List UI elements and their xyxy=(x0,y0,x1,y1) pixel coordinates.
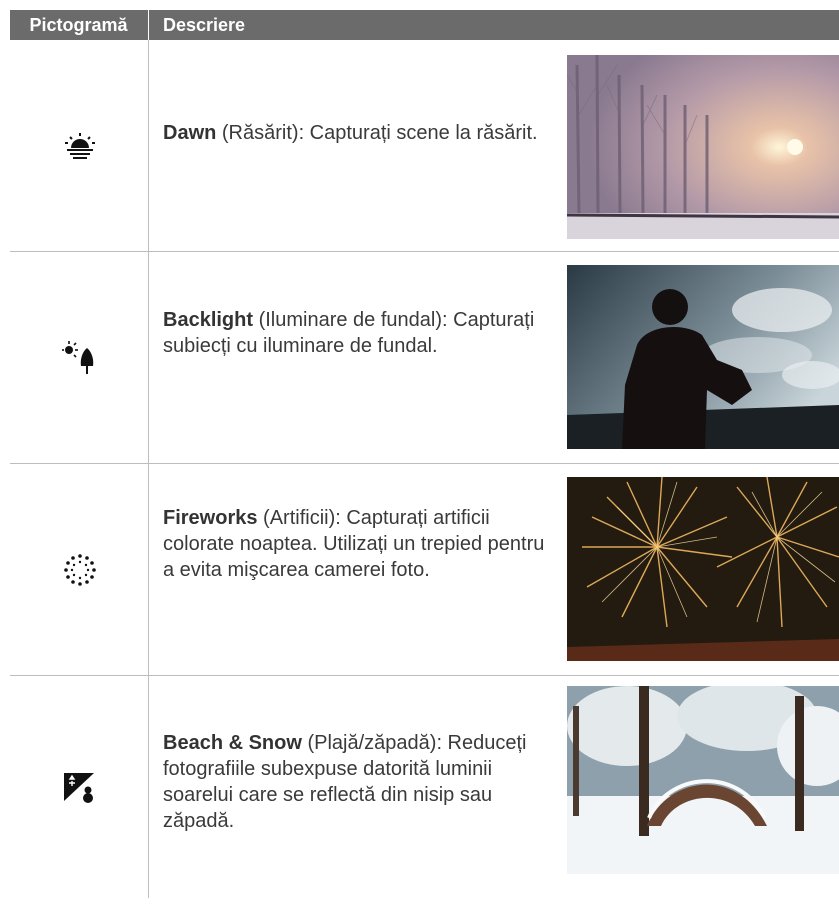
snowy-park-photo xyxy=(567,686,839,874)
row-title: Backlight xyxy=(163,309,254,331)
misty-sunrise-trees-photo xyxy=(567,55,839,239)
header-pictogram: Pictogramă xyxy=(29,15,128,35)
table-row: Fireworks (Artificii): Capturați artific… xyxy=(10,464,839,676)
row-description: Beach & Snow (Plajă/zăpadă): Reduceți fo… xyxy=(163,730,548,834)
row-description: Dawn (Răsărit): Capturați scene la răsăr… xyxy=(163,120,548,146)
table-row: Backlight (Iluminare de fundal): Captura… xyxy=(10,252,839,464)
fireworks-icon xyxy=(60,550,100,590)
row-description: Fireworks (Artificii): Capturați artific… xyxy=(163,505,548,583)
silhouette-photographer-photo xyxy=(567,265,839,449)
column-divider xyxy=(148,252,149,463)
row-description: Backlight (Iluminare de fundal): Captura… xyxy=(163,307,548,359)
row-text: (Răsărit): Capturați scene la răsărit. xyxy=(216,122,538,144)
row-title: Beach & Snow xyxy=(163,732,302,754)
dawn-icon xyxy=(60,126,100,166)
header-divider xyxy=(148,10,149,40)
column-divider xyxy=(148,40,149,251)
fireworks-photo xyxy=(567,477,839,661)
backlight-icon xyxy=(60,338,100,378)
scene-mode-table: Pictogramă Descriere Dawn (Răsărit): Cap… xyxy=(10,10,839,898)
table-row: Dawn (Răsărit): Capturați scene la răsăr… xyxy=(10,40,839,252)
table-row: Beach & Snow (Plajă/zăpadă): Reduceți fo… xyxy=(10,676,839,898)
row-title: Fireworks xyxy=(163,507,258,529)
table-header: Pictogramă Descriere xyxy=(10,10,839,40)
column-divider xyxy=(148,464,149,675)
row-title: Dawn xyxy=(163,122,217,144)
beach-snow-icon xyxy=(60,767,100,807)
column-divider xyxy=(148,676,149,898)
header-description: Descriere xyxy=(163,15,246,35)
